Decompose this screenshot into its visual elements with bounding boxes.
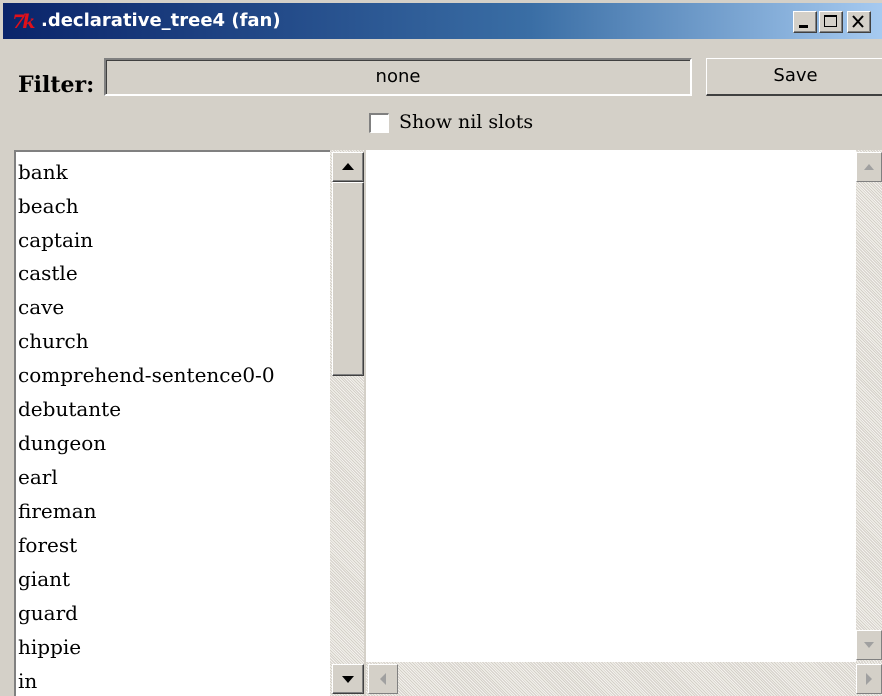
maximize-button[interactable]: [819, 11, 843, 33]
list-item[interactable]: church: [18, 329, 89, 353]
arrow-right-icon: [866, 673, 872, 685]
tk-logo-icon: 7k: [12, 11, 35, 33]
arrow-down-icon: [342, 676, 354, 683]
list-item[interactable]: comprehend-sentence0-0: [18, 363, 275, 387]
window-title: .declarative_tree4 (fan): [41, 10, 281, 31]
list-item[interactable]: forest: [18, 533, 77, 557]
list-item[interactable]: beach: [18, 194, 79, 218]
maximize-icon: [824, 15, 837, 27]
canvas-vertical-scrollbar[interactable]: [856, 150, 882, 662]
filter-field[interactable]: none: [104, 58, 692, 96]
arrow-left-icon: [380, 673, 386, 685]
canvas-scroll-down-button[interactable]: [856, 630, 882, 660]
list-item[interactable]: giant: [18, 567, 70, 591]
scroll-up-button[interactable]: [332, 152, 364, 182]
arrow-up-icon: [864, 164, 874, 170]
scroll-right-button[interactable]: [856, 664, 882, 694]
list-item[interactable]: castle: [18, 261, 78, 285]
save-button[interactable]: Save: [706, 58, 882, 96]
title-bar[interactable]: 7k .declarative_tree4 (fan): [3, 3, 882, 39]
list-item[interactable]: captain: [18, 228, 93, 252]
filter-label: Filter:: [18, 72, 95, 98]
show-nil-slots-checkbox[interactable]: [369, 113, 389, 133]
list-item[interactable]: fireman: [18, 499, 97, 523]
list-item[interactable]: earl: [18, 465, 58, 489]
canvas-horizontal-scrollbar[interactable]: [366, 662, 882, 696]
list-item[interactable]: debutante: [18, 397, 121, 421]
show-nil-slots-label: Show nil slots: [399, 111, 534, 133]
list-item[interactable]: in: [18, 669, 37, 693]
scroll-down-button[interactable]: [332, 664, 364, 694]
list-item[interactable]: cave: [18, 295, 64, 319]
minimize-button[interactable]: [793, 11, 817, 33]
list-scroll-thumb[interactable]: [332, 182, 364, 376]
arrow-up-icon: [342, 163, 354, 170]
list-item[interactable]: bank: [18, 160, 68, 184]
list-item[interactable]: hippie: [18, 635, 81, 659]
close-icon: [852, 15, 864, 28]
chunk-listbox[interactable]: bank beach captain castle cave church co…: [14, 150, 364, 696]
tree-canvas[interactable]: [366, 150, 856, 662]
list-item[interactable]: guard: [18, 601, 78, 625]
minimize-icon: [799, 25, 808, 28]
canvas-scroll-up-button[interactable]: [856, 152, 882, 182]
list-item[interactable]: dungeon: [18, 431, 106, 455]
close-button[interactable]: [847, 11, 871, 33]
arrow-down-icon: [864, 642, 874, 648]
app-window: 7k .declarative_tree4 (fan) Filter: none…: [0, 0, 882, 696]
scroll-left-button[interactable]: [368, 664, 398, 694]
